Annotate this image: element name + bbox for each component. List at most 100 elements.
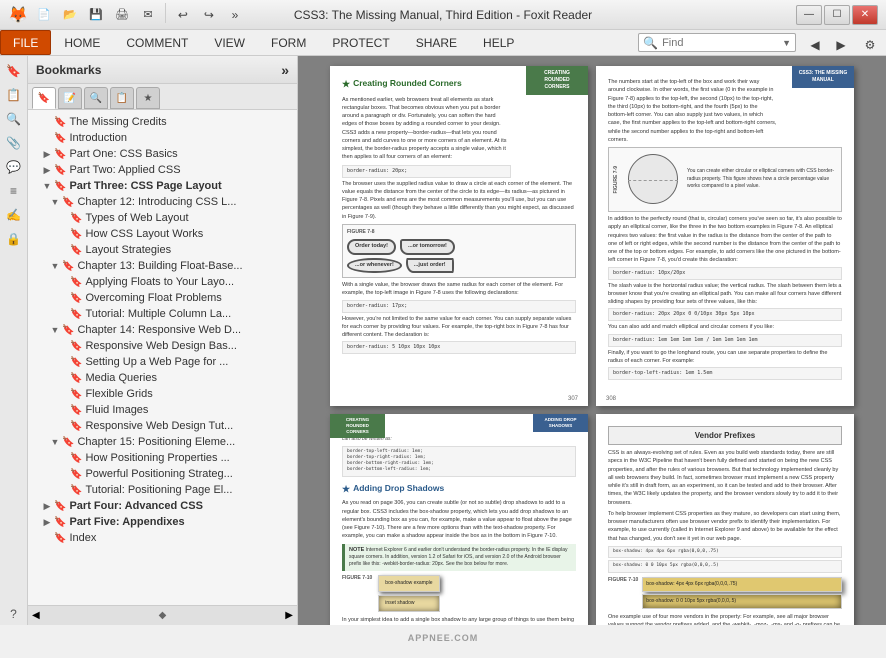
- close-button[interactable]: ✕: [852, 5, 878, 25]
- sidebar-item-positioning[interactable]: 🔖 How Positioning Properties ...: [28, 450, 297, 466]
- sidebar-item-tutorial-pos[interactable]: 🔖 Tutorial: Positioning Page El...: [28, 482, 297, 498]
- folder-icon: 🔖: [54, 501, 66, 512]
- nav-back[interactable]: ◀: [803, 33, 827, 57]
- sidebar-expand[interactable]: »: [281, 62, 289, 78]
- menu-form[interactable]: FORM: [258, 30, 319, 55]
- menu-share[interactable]: SHARE: [403, 30, 470, 55]
- body-text-1: As mentioned earlier, web browsers treat…: [342, 96, 511, 162]
- sidebar-item-part3[interactable]: ▼ 🔖 Part Three: CSS Page Layout: [28, 178, 297, 194]
- sidebar-item-index[interactable]: 🔖 Index: [28, 530, 297, 546]
- sidebar-item-overcoming[interactable]: 🔖 Overcoming Float Problems: [28, 290, 297, 306]
- item-label: How Positioning Properties ...: [85, 452, 229, 464]
- bookmark-icon: 🔖: [54, 133, 66, 144]
- side-icon-attach[interactable]: 📎: [3, 132, 25, 154]
- menu-file[interactable]: FILE: [0, 30, 51, 55]
- sidebar-nav-right[interactable]: ▶: [285, 610, 293, 621]
- menu-comment[interactable]: COMMENT: [113, 30, 201, 55]
- code-can-be-1: border-top-left-radius: 1em;border-top-r…: [342, 446, 576, 477]
- item-label: Chapter 15: Positioning Eleme...: [77, 436, 235, 448]
- folder-icon: 🔖: [62, 325, 74, 336]
- minimize-button[interactable]: —: [796, 5, 822, 25]
- sidebar-item-layout[interactable]: 🔖 Layout Strategies: [28, 242, 297, 258]
- sidebar-nav-indicator: ◆: [159, 610, 167, 621]
- side-icon-help[interactable]: ?: [3, 603, 25, 625]
- content-area[interactable]: CREATINGROUNDEDCORNERS ★ Creating Rounde…: [298, 56, 886, 625]
- sidebar-tab-2[interactable]: 📝: [58, 87, 82, 109]
- item-label: Setting Up a Web Page for ...: [85, 356, 228, 368]
- sidebar-tab-3[interactable]: 🔍: [84, 87, 108, 109]
- side-icon-pages[interactable]: 📋: [3, 84, 25, 106]
- vendor-code-2: box-shadow: 0 0 10px 5px rgba(0,0,0,.5): [608, 560, 842, 572]
- sidebar-nav-left[interactable]: ◀: [32, 610, 40, 621]
- item-label: Media Queries: [85, 372, 157, 384]
- search-bar[interactable]: 🔍 ▼: [638, 33, 796, 52]
- sidebar-item-setup[interactable]: 🔖 Setting Up a Web Page for ...: [28, 354, 297, 370]
- item-label: Part Four: Advanced CSS: [69, 500, 202, 512]
- sidebar-tab-4[interactable]: 📋: [110, 87, 134, 109]
- drop-shadows-title: ★ Adding Drop Shadows: [342, 483, 576, 496]
- item-label: Index: [69, 532, 96, 544]
- page-number-308: 308: [606, 396, 616, 402]
- search-input[interactable]: [662, 37, 782, 49]
- sidebar-item-rwd-basics[interactable]: 🔖 Responsive Web Design Bas...: [28, 338, 297, 354]
- titlebar: 🦊 📄 📂 💾 🖨 ✉ ↩ ↪ » CSS3: The Missing Manu…: [0, 0, 886, 30]
- side-icon-security[interactable]: 🔒: [3, 228, 25, 250]
- section-star-icon: ★: [342, 78, 350, 91]
- figure-7-8: FIGURE 7-8 Order today! ...or tomorrow! …: [342, 224, 576, 278]
- body-text-2: The browser uses the supplied radius val…: [342, 180, 576, 221]
- sidebar-item-tutorial-col[interactable]: 🔖 Tutorial: Multiple Column La...: [28, 306, 297, 322]
- sidebar-item-grids[interactable]: 🔖 Flexible Grids: [28, 386, 297, 402]
- menu-help[interactable]: HELP: [470, 30, 527, 55]
- shadow-box-2: inset shadow: [378, 595, 439, 612]
- note-label: NOTE: [349, 547, 364, 553]
- sidebar-item-intro[interactable]: 🔖 Introduction: [28, 130, 297, 146]
- settings-button[interactable]: ⚙: [858, 33, 882, 57]
- item-label: Chapter 12: Introducing CSS L...: [77, 196, 236, 208]
- sidebar-item-part5[interactable]: ▶ 🔖 Part Five: Appendixes: [28, 514, 297, 530]
- sidebar-item-part2[interactable]: ▶ 🔖 Part Two: Applied CSS: [28, 162, 297, 178]
- sidebar-item-floats[interactable]: 🔖 Applying Floats to Your Layo...: [28, 274, 297, 290]
- sidebar-item-part4[interactable]: ▶ 🔖 Part Four: Advanced CSS: [28, 498, 297, 514]
- sidebar-item-part1[interactable]: ▶ 🔖 Part One: CSS Basics: [28, 146, 297, 162]
- menu-view[interactable]: VIEW: [201, 30, 258, 55]
- menu-home[interactable]: HOME: [51, 30, 113, 55]
- sidebar-item-ch15[interactable]: ▼ 🔖 Chapter 15: Positioning Eleme...: [28, 434, 297, 450]
- arrow-icon: ▶: [40, 501, 54, 512]
- sidebar-item-how-css[interactable]: 🔖 How CSS Layout Works: [28, 226, 297, 242]
- circle-diameter-line: [628, 180, 678, 181]
- arrow-icon: ▼: [40, 181, 54, 191]
- item-label: Tutorial: Multiple Column La...: [85, 308, 231, 320]
- sidebar-item-powerful[interactable]: 🔖 Powerful Positioning Strateg...: [28, 466, 297, 482]
- side-icon-signature[interactable]: ✍: [3, 204, 25, 226]
- figure-content-2: ...or whenever! ...just order!: [347, 258, 571, 274]
- btn-or-tomorrow: ...or tomorrow!: [400, 239, 455, 255]
- maximize-button[interactable]: ☐: [824, 5, 850, 25]
- sidebar-item-rwd-tutorial[interactable]: 🔖 Responsive Web Design Tut...: [28, 418, 297, 434]
- sidebar-item-media[interactable]: 🔖 Media Queries: [28, 370, 297, 386]
- sidebar-tabs: 🔖 📝 🔍 📋 ★: [28, 84, 297, 110]
- figure-text: You can create either circular or ellipt…: [687, 168, 834, 189]
- folder-icon: 🔖: [62, 261, 74, 272]
- menu-protect[interactable]: PROTECT: [319, 30, 402, 55]
- bookmark-icon: 🔖: [70, 357, 82, 368]
- nav-forward[interactable]: ▶: [829, 33, 853, 57]
- shadow-examples: box-shadow example inset shadow: [378, 575, 439, 612]
- side-icon-comment[interactable]: 💬: [3, 156, 25, 178]
- side-icon-bookmarks[interactable]: 🔖: [3, 60, 25, 82]
- side-icon-layers[interactable]: ≡: [3, 180, 25, 202]
- sidebar-item-ch14[interactable]: ▼ 🔖 Chapter 14: Responsive Web D...: [28, 322, 297, 338]
- sidebar-item-fluid-images[interactable]: 🔖 Fluid Images: [28, 402, 297, 418]
- sidebar-item-types[interactable]: 🔖 Types of Web Layout: [28, 210, 297, 226]
- sidebar-tab-1[interactable]: 🔖: [32, 87, 56, 109]
- sidebar-item-ch12[interactable]: ▼ 🔖 Chapter 12: Introducing CSS L...: [28, 194, 297, 210]
- sidebar-tab-5[interactable]: ★: [136, 87, 160, 109]
- sidebar-item-ch13[interactable]: ▼ 🔖 Chapter 13: Building Float-Base...: [28, 258, 297, 274]
- search-dropdown-icon[interactable]: ▼: [782, 38, 791, 48]
- right-body-1: The numbers start at the top-left of the…: [608, 78, 777, 144]
- sidebar-item-credits[interactable]: 🔖 The Missing Credits: [28, 114, 297, 130]
- item-label: Part Three: CSS Page Layout: [69, 180, 221, 192]
- page-number-307: 307: [568, 396, 578, 402]
- code-block-3: border-radius: 5 10px 10px 10px: [342, 341, 576, 354]
- side-icon-search[interactable]: 🔍: [3, 108, 25, 130]
- right-body-3: The slash value is the horizontal radius…: [608, 282, 842, 307]
